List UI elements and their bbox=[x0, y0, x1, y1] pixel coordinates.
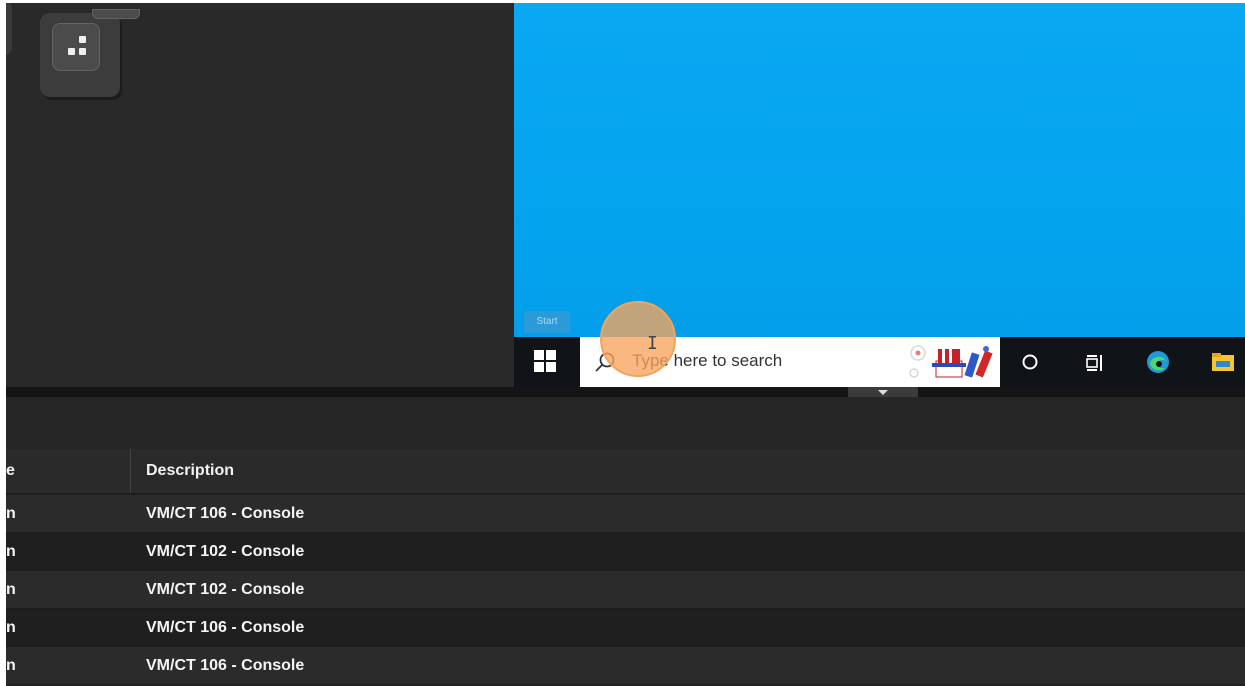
file-explorer-icon[interactable] bbox=[1210, 350, 1234, 374]
task-view-icon[interactable] bbox=[1082, 350, 1106, 374]
table-row[interactable]: n VM/CT 106 - Console bbox=[6, 609, 1245, 647]
row-description: VM/CT 106 - Console bbox=[146, 657, 305, 674]
panel-divider bbox=[6, 387, 1245, 397]
column-header-description[interactable]: Description bbox=[146, 449, 234, 493]
side-toolbar-button-edge bbox=[92, 9, 140, 19]
side-toolbar-button[interactable] bbox=[40, 9, 140, 97]
row-status: n bbox=[6, 543, 16, 560]
table-header: e Description bbox=[6, 449, 1245, 495]
row-description: VM/CT 102 - Console bbox=[146, 543, 305, 560]
cursor-highlight bbox=[600, 301, 676, 377]
task-log-panel: e Description n VM/CT 106 - Console n VM… bbox=[6, 397, 1245, 686]
table-row[interactable]: n VM/CT 106 - Console bbox=[6, 495, 1245, 533]
table-row[interactable]: n VM/CT 102 - Console bbox=[6, 533, 1245, 571]
start-tooltip: Start bbox=[524, 311, 570, 333]
apps-grid-icon bbox=[52, 23, 100, 71]
side-toolbar-button-partial[interactable] bbox=[6, 3, 12, 55]
column-separator bbox=[130, 449, 131, 493]
row-status: n bbox=[6, 657, 16, 674]
column-header-status[interactable]: e bbox=[6, 449, 15, 493]
table-row[interactable]: n VM/CT 106 - Console bbox=[6, 647, 1245, 685]
cortana-icon[interactable] bbox=[1018, 350, 1042, 374]
row-status: n bbox=[6, 581, 16, 598]
vm-console-screen[interactable]: Start Type here to search I bbox=[514, 3, 1245, 387]
text-cursor-icon: I bbox=[647, 333, 658, 354]
windows-start-icon[interactable] bbox=[534, 350, 558, 374]
row-description: VM/CT 106 - Console bbox=[146, 505, 305, 522]
edge-icon[interactable] bbox=[1146, 350, 1170, 374]
row-status: n bbox=[6, 505, 16, 522]
left-panel bbox=[6, 3, 514, 387]
app-window: Start Type here to search I e Descriptio… bbox=[6, 3, 1245, 686]
row-description: VM/CT 106 - Console bbox=[146, 619, 305, 636]
row-description: VM/CT 102 - Console bbox=[146, 581, 305, 598]
table-row[interactable]: n VM/CT 102 - Console bbox=[6, 571, 1245, 609]
task-log-toolbar bbox=[6, 397, 1245, 450]
row-status: n bbox=[6, 619, 16, 636]
search-highlight-art bbox=[909, 345, 993, 378]
